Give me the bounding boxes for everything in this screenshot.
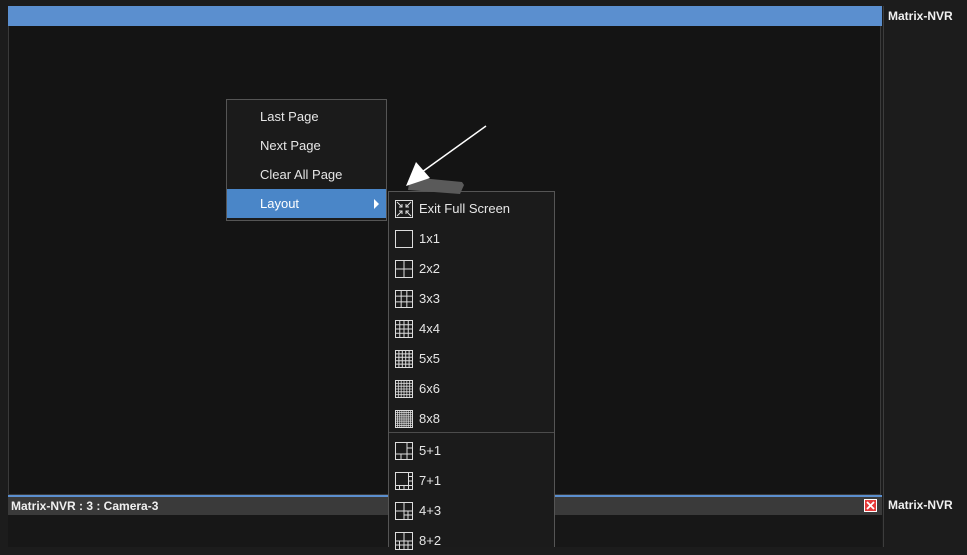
layout-7plus1-icon bbox=[395, 472, 413, 490]
pointer-arrow-icon bbox=[406, 125, 487, 194]
layout-5x5-icon bbox=[395, 350, 413, 368]
close-icon[interactable] bbox=[864, 499, 877, 512]
submenu-item-8plus2[interactable]: 8+2 bbox=[389, 525, 554, 555]
submenu-item-3x3[interactable]: 3x3 bbox=[389, 283, 554, 313]
camera-title: Matrix-NVR : 3 : Camera-3 bbox=[11, 499, 159, 513]
submenu-item-5x5[interactable]: 5x5 bbox=[389, 343, 554, 373]
submenu-item-2x2[interactable]: 2x2 bbox=[389, 253, 554, 283]
submenu-item-label: 4+3 bbox=[419, 503, 442, 518]
layout-3x3-icon bbox=[395, 290, 413, 308]
submenu-item-label: 6x6 bbox=[419, 381, 440, 396]
submenu-item-label: 5+1 bbox=[419, 443, 442, 458]
layout-submenu: Exit Full Screen 1x1 2x2 3x3 4x4 5x5 6x6… bbox=[388, 191, 555, 550]
right-pane-title-bottom: Matrix-NVR bbox=[888, 498, 953, 512]
submenu-item-label: 8+2 bbox=[419, 533, 442, 548]
submenu-item-5plus1[interactable]: 5+1 bbox=[389, 435, 554, 465]
submenu-item-label: 7+1 bbox=[419, 473, 442, 488]
submenu-item-6x6[interactable]: 6x6 bbox=[389, 373, 554, 403]
layout-8x8-icon bbox=[395, 410, 413, 428]
submenu-separator bbox=[389, 432, 554, 433]
submenu-item-exit-full-screen[interactable]: Exit Full Screen bbox=[389, 193, 554, 223]
layout-1x1-icon bbox=[395, 230, 413, 248]
layout-4x4-icon bbox=[395, 320, 413, 338]
menu-item-label: Clear All Page bbox=[260, 167, 343, 182]
submenu-item-8x8[interactable]: 8x8 bbox=[389, 403, 554, 433]
submenu-item-7plus1[interactable]: 7+1 bbox=[389, 465, 554, 495]
layout-2x2-icon bbox=[395, 260, 413, 278]
right-pane-title-top: Matrix-NVR bbox=[888, 9, 953, 23]
menu-item-next-page[interactable]: Next Page bbox=[227, 131, 386, 160]
submenu-item-4plus3[interactable]: 4+3 bbox=[389, 495, 554, 525]
submenu-item-label: 2x2 bbox=[419, 261, 440, 276]
menu-item-label: Next Page bbox=[260, 138, 321, 153]
menu-item-layout[interactable]: Layout bbox=[227, 189, 386, 218]
submenu-item-1x1[interactable]: 1x1 bbox=[389, 223, 554, 253]
submenu-item-4x4[interactable]: 4x4 bbox=[389, 313, 554, 343]
submenu-arrow-icon bbox=[374, 199, 379, 209]
context-menu: Last Page Next Page Clear All Page Layou… bbox=[226, 99, 387, 221]
menu-item-label: Last Page bbox=[260, 109, 319, 124]
menu-item-last-page[interactable]: Last Page bbox=[227, 102, 386, 131]
submenu-item-label: 8x8 bbox=[419, 411, 440, 426]
submenu-item-label: 5x5 bbox=[419, 351, 440, 366]
layout-6x6-icon bbox=[395, 380, 413, 398]
layout-4plus3-icon bbox=[395, 502, 413, 520]
video-pane-titlebar bbox=[8, 6, 882, 26]
layout-8plus2-icon bbox=[395, 532, 413, 550]
right-video-column[interactable]: Matrix-NVR Matrix-NVR bbox=[883, 6, 967, 547]
submenu-item-label: 3x3 bbox=[419, 291, 440, 306]
submenu-item-label: Exit Full Screen bbox=[419, 201, 511, 216]
exit-fullscreen-icon bbox=[395, 200, 413, 218]
submenu-item-label: 4x4 bbox=[419, 321, 440, 336]
menu-item-clear-all-page[interactable]: Clear All Page bbox=[227, 160, 386, 189]
submenu-item-label: 1x1 bbox=[419, 231, 440, 246]
layout-5plus1-icon bbox=[395, 442, 413, 460]
menu-item-label: Layout bbox=[260, 196, 300, 211]
